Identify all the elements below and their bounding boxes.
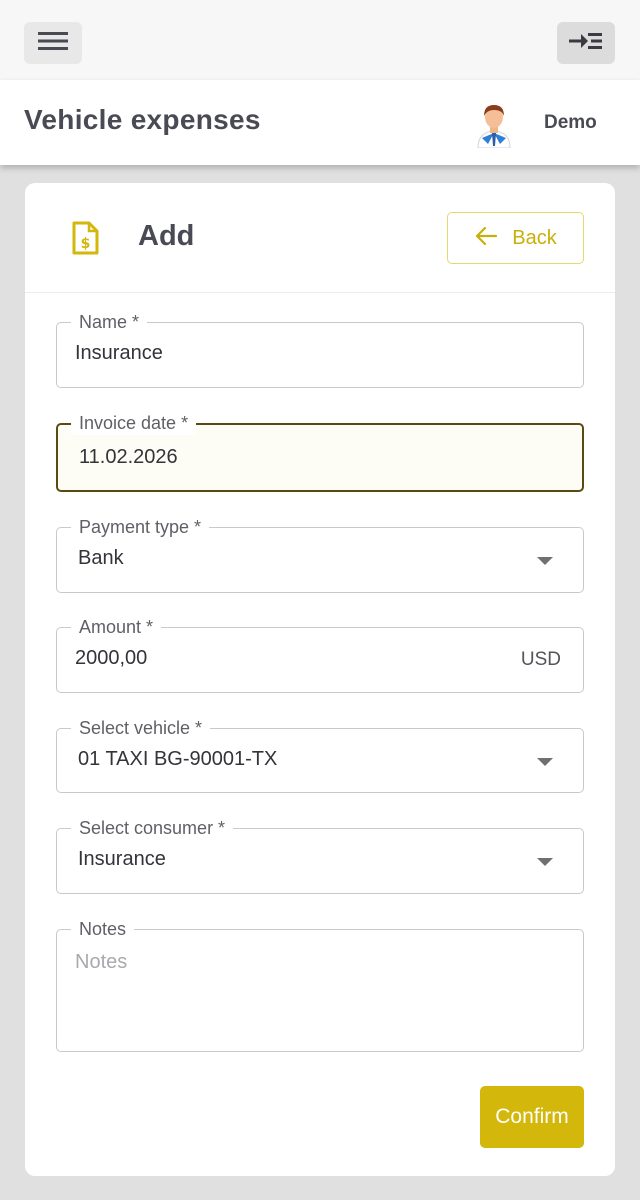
vehicle-select[interactable]: Select vehicle * 01 TAXI BG-90001-TX	[56, 716, 584, 793]
chevron-down-icon[interactable]	[537, 758, 553, 766]
name-field[interactable]: Name * Insurance	[56, 310, 584, 388]
card-header: $ Add Back	[25, 183, 615, 293]
payment-type-select-value[interactable]: Bank	[78, 547, 124, 570]
top-bar	[0, 0, 640, 80]
page-header: Vehicle expenses Demo	[0, 80, 640, 165]
hamburger-menu-icon	[38, 30, 68, 57]
invoice-date-field-value[interactable]: 11.02.2026	[79, 446, 178, 469]
amount-field-label: Amount *	[71, 615, 162, 639]
back-button-label: Back	[512, 226, 557, 249]
invoice-dollar-icon: $	[71, 221, 99, 255]
page-title: Vehicle expenses	[24, 104, 261, 135]
name-field-value[interactable]: Insurance	[75, 342, 163, 365]
collapse-sidebar-button[interactable]	[557, 22, 615, 64]
user-avatar[interactable]	[472, 102, 516, 149]
add-expense-card: $ Add Back Name * Insurance Invoice date…	[25, 183, 615, 1176]
consumer-select[interactable]: Select consumer * Insurance	[56, 816, 584, 894]
consumer-select-value[interactable]: Insurance	[78, 848, 166, 871]
vehicle-select-label: Select vehicle *	[71, 716, 211, 740]
notes-textarea[interactable]: Notes Notes	[56, 917, 584, 1052]
user-name[interactable]: Demo	[544, 112, 597, 134]
menu-button[interactable]	[24, 22, 82, 64]
svg-text:$: $	[81, 236, 91, 252]
chevron-down-icon[interactable]	[537, 557, 553, 565]
amount-field[interactable]: Amount * 2000,00 USD	[56, 615, 584, 693]
chevron-down-icon[interactable]	[537, 858, 553, 866]
back-button[interactable]: Back	[447, 212, 584, 264]
vehicle-select-value[interactable]: 01 TAXI BG-90001-TX	[78, 748, 277, 771]
arrow-right-to-lines-icon	[569, 30, 603, 57]
consumer-select-label: Select consumer *	[71, 816, 234, 840]
currency-suffix: USD	[520, 649, 561, 670]
notes-placeholder[interactable]: Notes	[75, 951, 127, 974]
amount-field-value[interactable]: 2000,00	[75, 647, 147, 670]
name-field-label: Name *	[71, 310, 148, 334]
confirm-button[interactable]: Confirm	[480, 1086, 584, 1148]
notes-textarea-label: Notes	[71, 917, 135, 941]
invoice-date-field[interactable]: Invoice date * 11.02.2026	[56, 411, 584, 492]
payment-type-select[interactable]: Payment type * Bank	[56, 515, 584, 593]
payment-type-select-label: Payment type *	[71, 515, 210, 539]
invoice-date-field-label: Invoice date *	[71, 411, 197, 435]
form-title: Add	[138, 220, 195, 252]
arrow-left-icon	[474, 226, 498, 251]
